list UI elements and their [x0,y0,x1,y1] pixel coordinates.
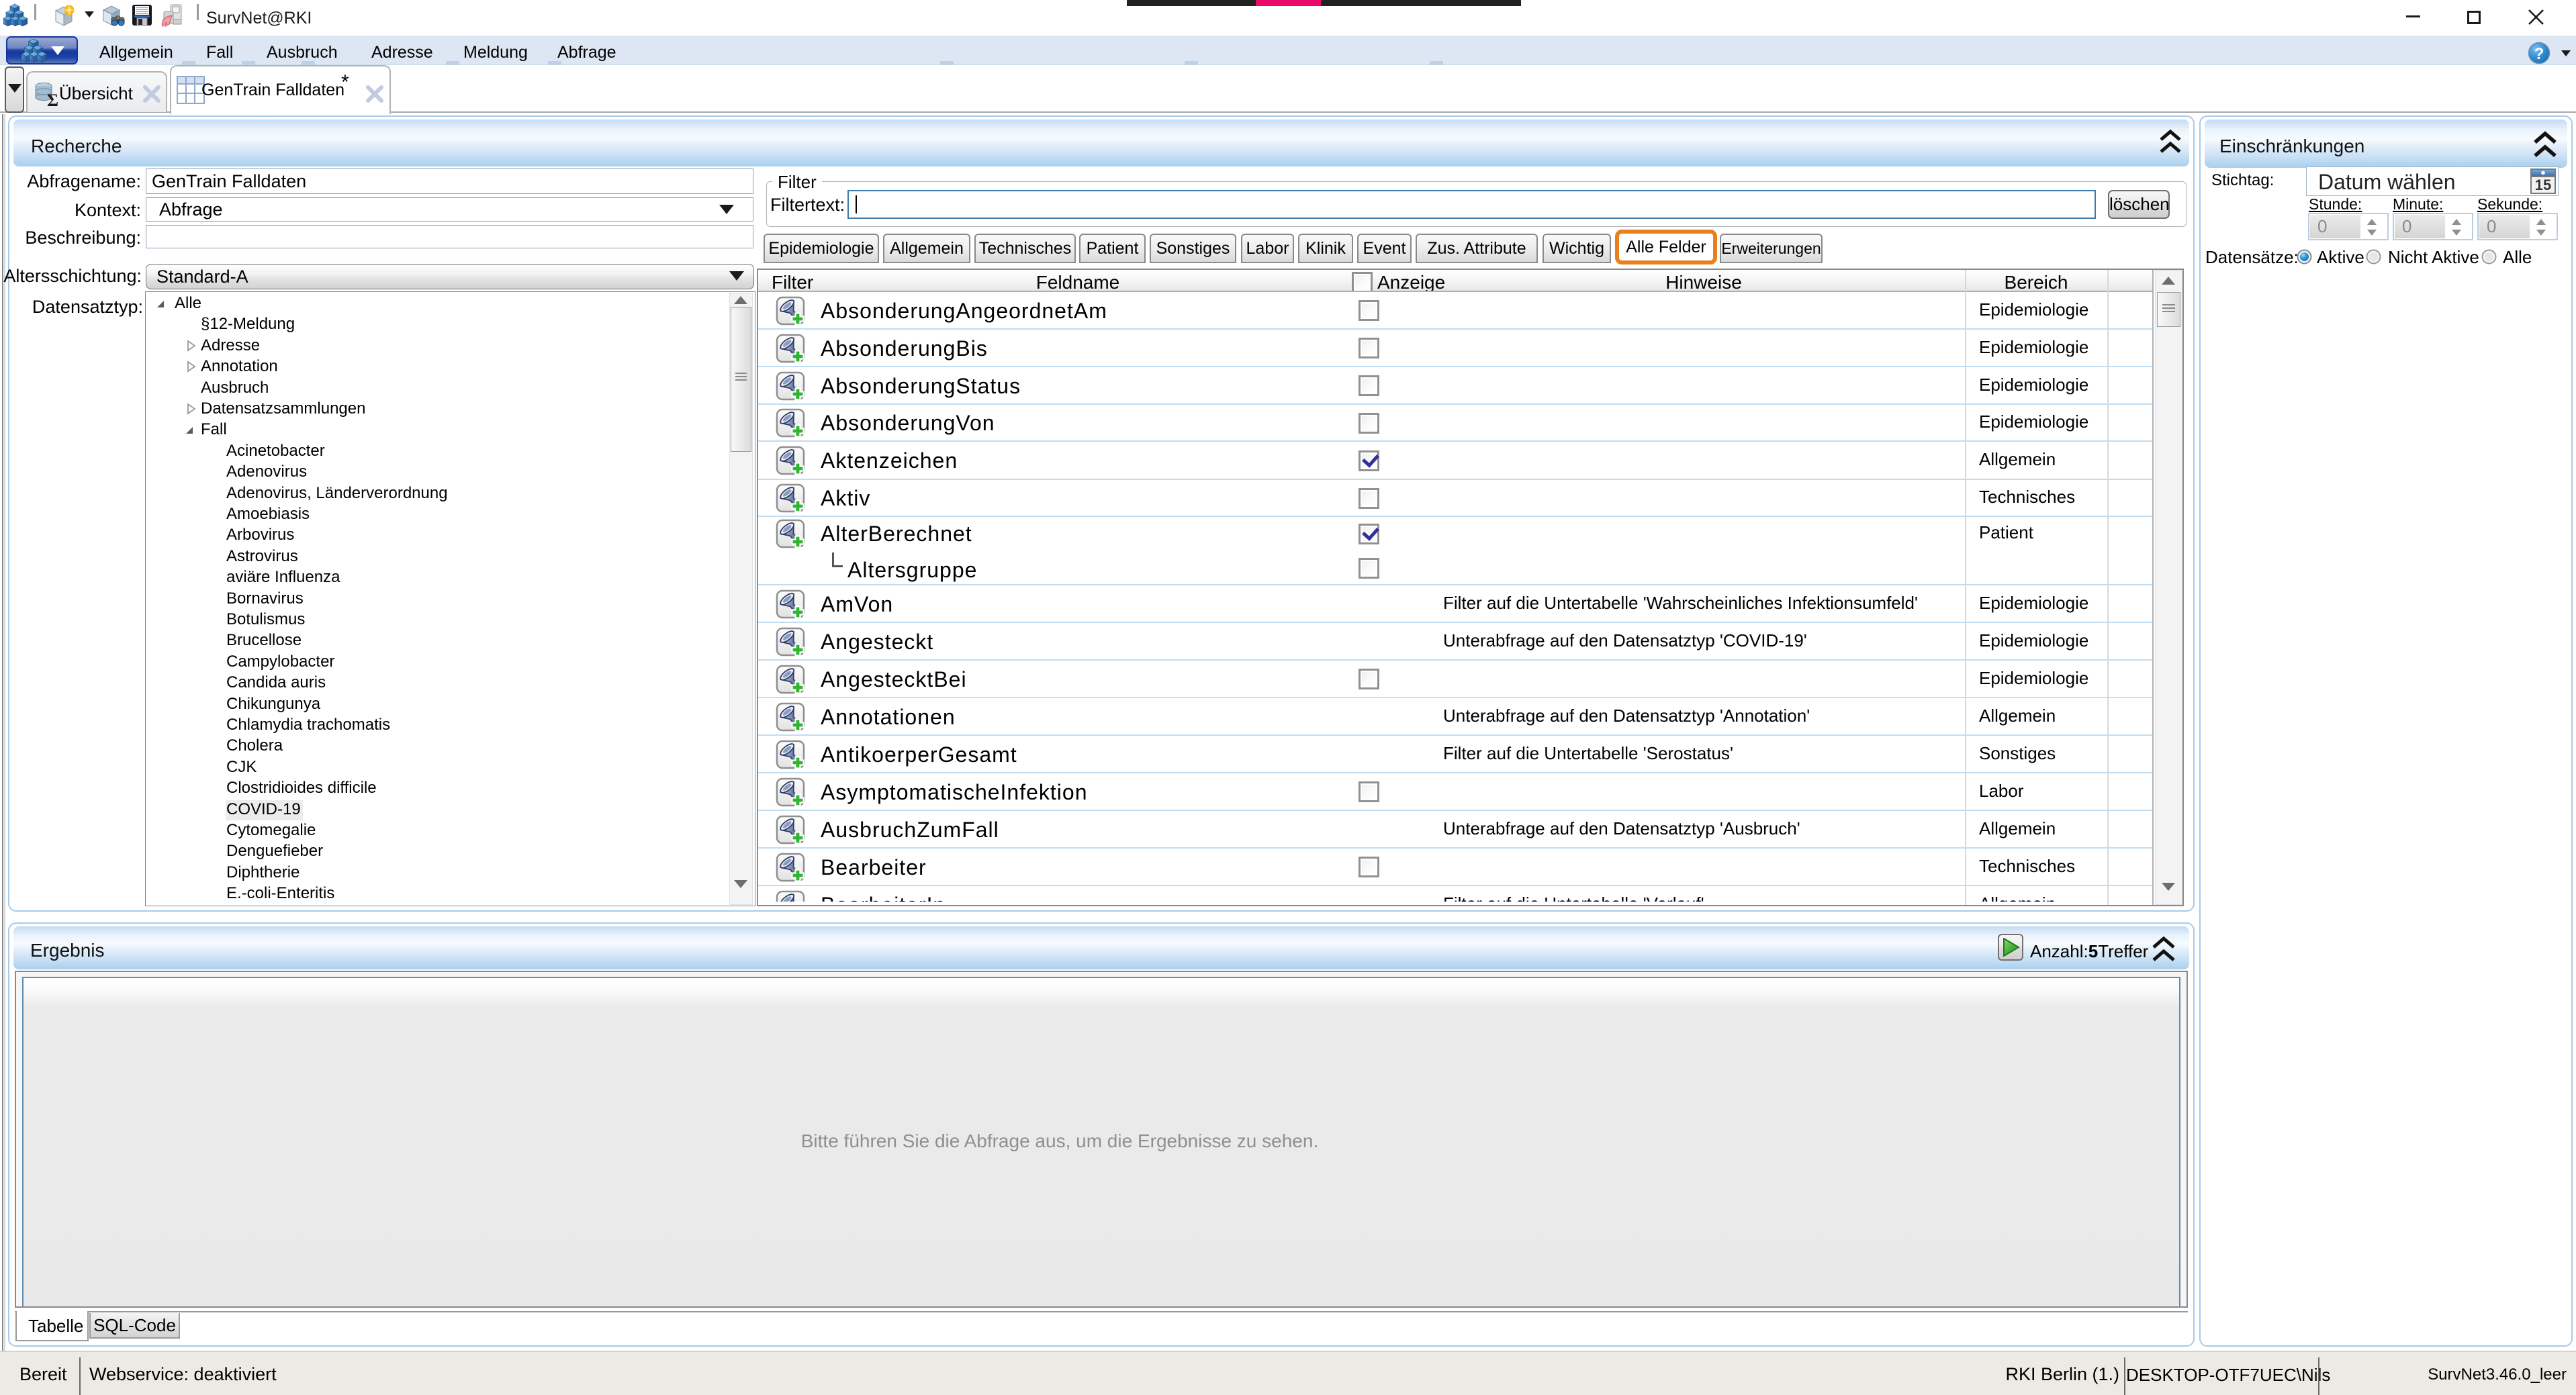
svg-text:Σ: Σ [47,91,58,108]
svg-text:15: 15 [2535,177,2551,193]
svg-text:?: ? [2534,45,2544,63]
